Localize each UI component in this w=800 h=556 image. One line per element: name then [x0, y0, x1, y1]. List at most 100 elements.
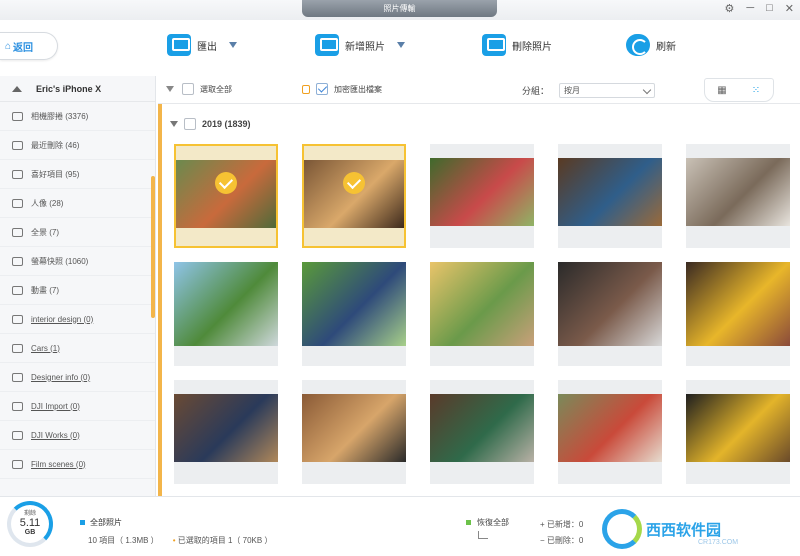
collapse-icon[interactable] [166, 86, 174, 92]
photo-thumbnail[interactable] [302, 380, 406, 484]
group-select[interactable]: 按月 [559, 83, 656, 98]
deleted-value: 0 [578, 536, 584, 545]
sidebar-item[interactable]: DJI Works (0) [0, 421, 155, 450]
refresh-button[interactable]: 刷新 [626, 34, 676, 56]
photo-thumbnail[interactable] [302, 144, 406, 248]
panorama-icon [12, 227, 23, 237]
storage-label: 剩餘 [23, 511, 36, 517]
photo-image [558, 262, 662, 346]
photo-thumbnail[interactable] [686, 262, 790, 366]
sidebar-item[interactable]: 全景 (7) [0, 218, 155, 247]
change-counts: + 已新增：0 − 已刪除：0 [540, 520, 584, 545]
photo-image [174, 262, 278, 346]
restore-all[interactable]: 恢復全部 [466, 517, 509, 528]
restore-arrow-icon [478, 531, 488, 539]
photo-thumbnail[interactable] [558, 380, 662, 484]
photo-image [302, 394, 406, 462]
settings-icon[interactable]: ⚙ [724, 2, 734, 15]
storage-value: 5.11 [19, 517, 41, 529]
sidebar-item[interactable]: Designer info (0) [0, 363, 155, 392]
title-bar: 照片傳輸 ⚙ ─ □ ✕ [0, 0, 800, 20]
year-group-header[interactable]: 2019 (1839) [170, 118, 251, 130]
photo-thumbnail[interactable] [174, 144, 278, 248]
close-icon[interactable]: ✕ [785, 2, 794, 15]
add-photos-label: 新增照片 [345, 41, 385, 53]
encrypt-export[interactable]: 加密匯出檔案 [302, 83, 382, 95]
select-all-checkbox[interactable] [182, 83, 194, 95]
delete-photos-label: 刪除照片 [512, 41, 552, 53]
photo-thumbnail[interactable] [430, 380, 534, 484]
photo-thumbnail[interactable] [686, 144, 790, 248]
encrypt-checkbox[interactable] [316, 83, 328, 95]
select-all[interactable]: 選取全部 [182, 83, 232, 95]
album-icon [12, 401, 23, 411]
album-list: 相機膠捲 (3376) 最近刪除 (46) 喜好項目 (95) 人像 (28) 全景 (… [0, 102, 155, 479]
add-photos-button[interactable]: 新增照片 [315, 34, 405, 56]
sidebar-item[interactable]: 喜好項目 (95) [0, 160, 155, 189]
sidebar-item-label: DJI Works (0) [31, 430, 80, 440]
view-toggle: ▦ ⁙ [704, 78, 774, 102]
storage-gauge: 剩餘 5.11 GB [7, 501, 53, 547]
export-button[interactable]: 匯出 [167, 34, 237, 56]
camera-icon [12, 111, 23, 121]
sidebar-item-label: 喜好項目 (95) [31, 169, 80, 179]
photo-thumbnail[interactable] [430, 144, 534, 248]
photo-image [430, 158, 534, 226]
sidebar-item[interactable]: Cars (1) [0, 334, 155, 363]
select-all-label: 選取全部 [200, 84, 232, 94]
small-grid-icon[interactable]: ⁙ [739, 79, 773, 101]
photo-thumbnail[interactable] [686, 380, 790, 484]
sidebar-item[interactable]: 最近刪除 (46) [0, 131, 155, 160]
photo-thumbnail[interactable] [174, 380, 278, 484]
deleted-label: 已刪除： [546, 536, 579, 545]
photo-image [304, 160, 404, 228]
status-bar: 剩餘 5.11 GB 全部照片 10 項目（ 1.3MB ） • 已選取的項目 … [0, 496, 800, 556]
photo-thumbnail[interactable] [174, 262, 278, 366]
watermark-text: 西西软件园 [646, 521, 722, 539]
chevron-down-icon[interactable] [170, 121, 178, 127]
photo-grid-area: 2019 (1839) [158, 104, 800, 496]
album-icon [12, 459, 23, 469]
sidebar-item[interactable]: 螢幕快照 (1060) [0, 247, 155, 276]
back-button[interactable]: ⌂ 返回 [0, 32, 58, 60]
device-row[interactable]: Eric's iPhone X [0, 76, 155, 102]
album-icon [12, 343, 23, 353]
home-icon: ⌂ [5, 40, 12, 52]
photo-image [174, 394, 278, 462]
selected-dot-icon: • [172, 536, 176, 545]
trash-icon [12, 140, 23, 150]
window-title: 照片傳輸 [302, 0, 497, 17]
year-checkbox[interactable] [184, 118, 196, 130]
large-grid-icon[interactable]: ▦ [705, 79, 739, 101]
sidebar-item[interactable]: DJI Import (0) [0, 392, 155, 421]
item-count: 10 項目（ 1.3MB ） [88, 536, 159, 545]
sidebar: Eric's iPhone X 相機膠捲 (3376) 最近刪除 (46) 喜好項目… [0, 76, 156, 496]
album-icon [12, 430, 23, 440]
sidebar-item-label: 最近刪除 (46) [31, 140, 80, 150]
sidebar-item[interactable]: Film scenes (0) [0, 450, 155, 479]
cube-icon [12, 198, 23, 208]
minimize-icon[interactable]: ─ [746, 2, 754, 15]
chevron-down-icon[interactable] [229, 42, 237, 48]
eject-icon[interactable] [12, 85, 22, 92]
photo-image [302, 262, 406, 346]
sidebar-item[interactable]: 動畫 (7) [0, 276, 155, 305]
filter-bar: 選取全部 加密匯出檔案 分組： 按月 ▦ ⁙ [158, 76, 800, 104]
photo-thumbnail[interactable] [558, 144, 662, 248]
sidebar-item-label: 相機膠捲 (3376) [31, 111, 89, 121]
sidebar-item[interactable]: 人像 (28) [0, 189, 155, 218]
photo-thumbnail[interactable] [302, 262, 406, 366]
sidebar-item[interactable]: 相機膠捲 (3376) [0, 102, 155, 131]
sidebar-item-label: 動畫 (7) [31, 285, 59, 295]
chevron-down-icon[interactable] [397, 42, 405, 48]
sidebar-item[interactable]: interior design (0) [0, 305, 155, 334]
photo-thumbnail[interactable] [558, 262, 662, 366]
refresh-label: 刷新 [656, 41, 676, 53]
sidebar-scrollbar[interactable] [151, 176, 155, 318]
maximize-icon[interactable]: □ [766, 2, 773, 15]
album-icon [12, 314, 23, 324]
animation-icon [12, 285, 23, 295]
delete-photos-button[interactable]: 刪除照片 [482, 34, 552, 56]
photo-thumbnail[interactable] [430, 262, 534, 366]
watermark-logo-icon [602, 509, 642, 549]
